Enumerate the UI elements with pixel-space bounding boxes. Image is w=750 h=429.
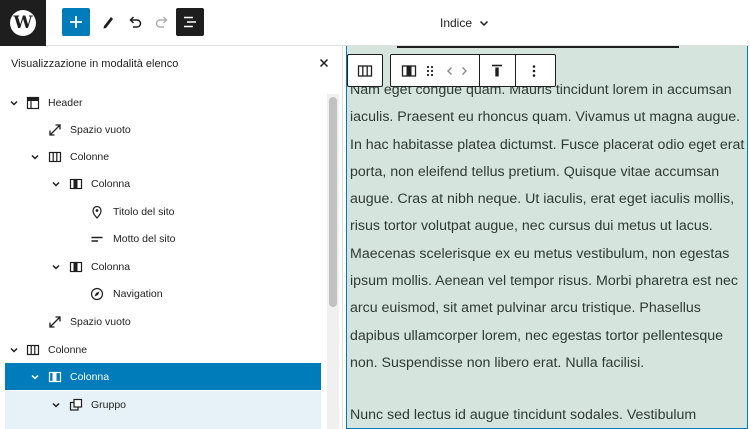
list-item-column[interactable]: Colonna (5, 170, 321, 197)
editor-canvas: Nam eget congue quam. Mauris tincidunt l… (343, 46, 750, 429)
redo-button[interactable] (148, 8, 176, 36)
vertical-alignment-button[interactable] (487, 55, 507, 86)
navigation-icon (89, 286, 105, 302)
paragraph-block[interactable]: Nunc sed lectus id augue tincidunt sodal… (350, 402, 748, 429)
tagline-icon (89, 231, 105, 247)
toolbar-separator (515, 55, 516, 86)
chevron-down-icon[interactable] (50, 261, 62, 273)
wordpress-icon: W (10, 10, 36, 36)
list-item-header[interactable]: Header (5, 89, 321, 116)
undo-button[interactable] (121, 8, 149, 36)
toolbar-separator (479, 55, 480, 86)
move-right-button[interactable] (457, 55, 471, 86)
chevron-down-icon[interactable] (29, 151, 41, 163)
document-title-dropdown[interactable]: Indice (440, 14, 490, 32)
list-item-spacer[interactable]: Spazio vuoto (5, 116, 321, 143)
columns-icon (357, 64, 373, 77)
list-item-label: Spazio vuoto (70, 315, 131, 328)
more-vertical-icon (532, 64, 536, 77)
list-item-label: Header (48, 96, 83, 109)
undo-icon (129, 16, 142, 28)
chevron-down-icon[interactable] (50, 178, 62, 190)
list-item-column-selected[interactable]: Colonna (5, 363, 321, 390)
block-type-button[interactable] (399, 55, 419, 86)
chevron-left-icon (447, 66, 452, 75)
list-item-navigation[interactable]: Navigation (5, 280, 321, 307)
document-title: Indice (440, 16, 473, 30)
list-item-label: Colonna (91, 260, 131, 273)
list-item-label: Colonna (70, 370, 110, 383)
wordpress-logo-button[interactable]: W (0, 0, 46, 46)
list-item-site-tagline[interactable]: Motto del sito (5, 225, 321, 252)
list-item-partial[interactable] (5, 418, 321, 429)
drag-handle-icon (426, 65, 434, 76)
column-icon (47, 369, 63, 385)
selected-column-block[interactable]: Nam eget congue quam. Mauris tincidunt l… (346, 46, 748, 429)
align-top-icon (492, 64, 502, 76)
list-view-scrollbar[interactable] (327, 94, 339, 429)
parent-block-toolbar (347, 54, 383, 87)
column-icon (68, 259, 84, 275)
tools-button[interactable] (94, 8, 122, 36)
site-title-icon (89, 204, 105, 220)
select-parent-columns-button[interactable] (357, 55, 373, 86)
close-list-view-button[interactable] (316, 55, 332, 71)
columns-icon (25, 342, 41, 358)
list-view-button[interactable] (176, 8, 204, 36)
list-item-group[interactable]: Gruppo (5, 391, 321, 418)
list-view-panel: Visualizzazione in modalità elenco Heade… (0, 46, 343, 429)
list-item-label: Titolo del sito (113, 205, 175, 218)
chevron-down-icon[interactable] (8, 344, 20, 356)
list-item-label: Colonna (91, 177, 131, 190)
list-item-label: Spazio vuoto (70, 123, 131, 136)
list-item-columns[interactable]: Colonne (5, 336, 321, 363)
list-item-columns[interactable]: Colonne (5, 143, 321, 170)
block-options-button[interactable] (524, 55, 544, 86)
list-item-label: Navigation (113, 287, 163, 300)
add-block-button[interactable] (62, 8, 90, 36)
scrollbar-thumb[interactable] (329, 97, 337, 307)
block-toolbar (390, 54, 556, 87)
spacer-icon (47, 122, 63, 138)
spacer-icon (47, 314, 63, 330)
list-item-column[interactable]: Colonna (5, 253, 321, 280)
chevron-right-icon (462, 66, 467, 75)
plus-icon (70, 16, 82, 28)
close-icon (319, 58, 329, 68)
header-icon (25, 95, 41, 111)
list-item-spacer[interactable]: Spazio vuoto (5, 308, 321, 335)
chevron-down-icon (480, 20, 489, 27)
drag-handle[interactable] (423, 55, 437, 86)
list-item-label: Motto del sito (113, 232, 176, 245)
chevron-down-icon[interactable] (8, 97, 20, 109)
list-view-header: Visualizzazione in modalità elenco (0, 46, 342, 84)
chevron-down-icon[interactable] (50, 399, 62, 411)
pencil-icon (103, 17, 113, 29)
columns-icon (47, 149, 63, 165)
list-item-label: Colonne (70, 150, 110, 163)
list-view-title: Visualizzazione in modalità elenco (11, 58, 179, 70)
list-item-site-title[interactable]: Titolo del sito (5, 198, 321, 225)
list-item-label: Colonne (48, 343, 88, 356)
redo-icon (155, 16, 168, 28)
column-icon (401, 64, 417, 77)
editor-top-bar: W Indice (0, 0, 750, 46)
list-item-label: Gruppo (91, 398, 127, 411)
paragraph-block[interactable]: Nam eget congue quam. Mauris tincidunt l… (350, 77, 748, 377)
chevron-down-icon[interactable] (29, 371, 41, 383)
heading-fragment (397, 46, 679, 48)
group-icon (68, 397, 84, 413)
move-left-button[interactable] (443, 55, 457, 86)
column-icon (68, 176, 84, 192)
list-view-icon (184, 16, 196, 28)
